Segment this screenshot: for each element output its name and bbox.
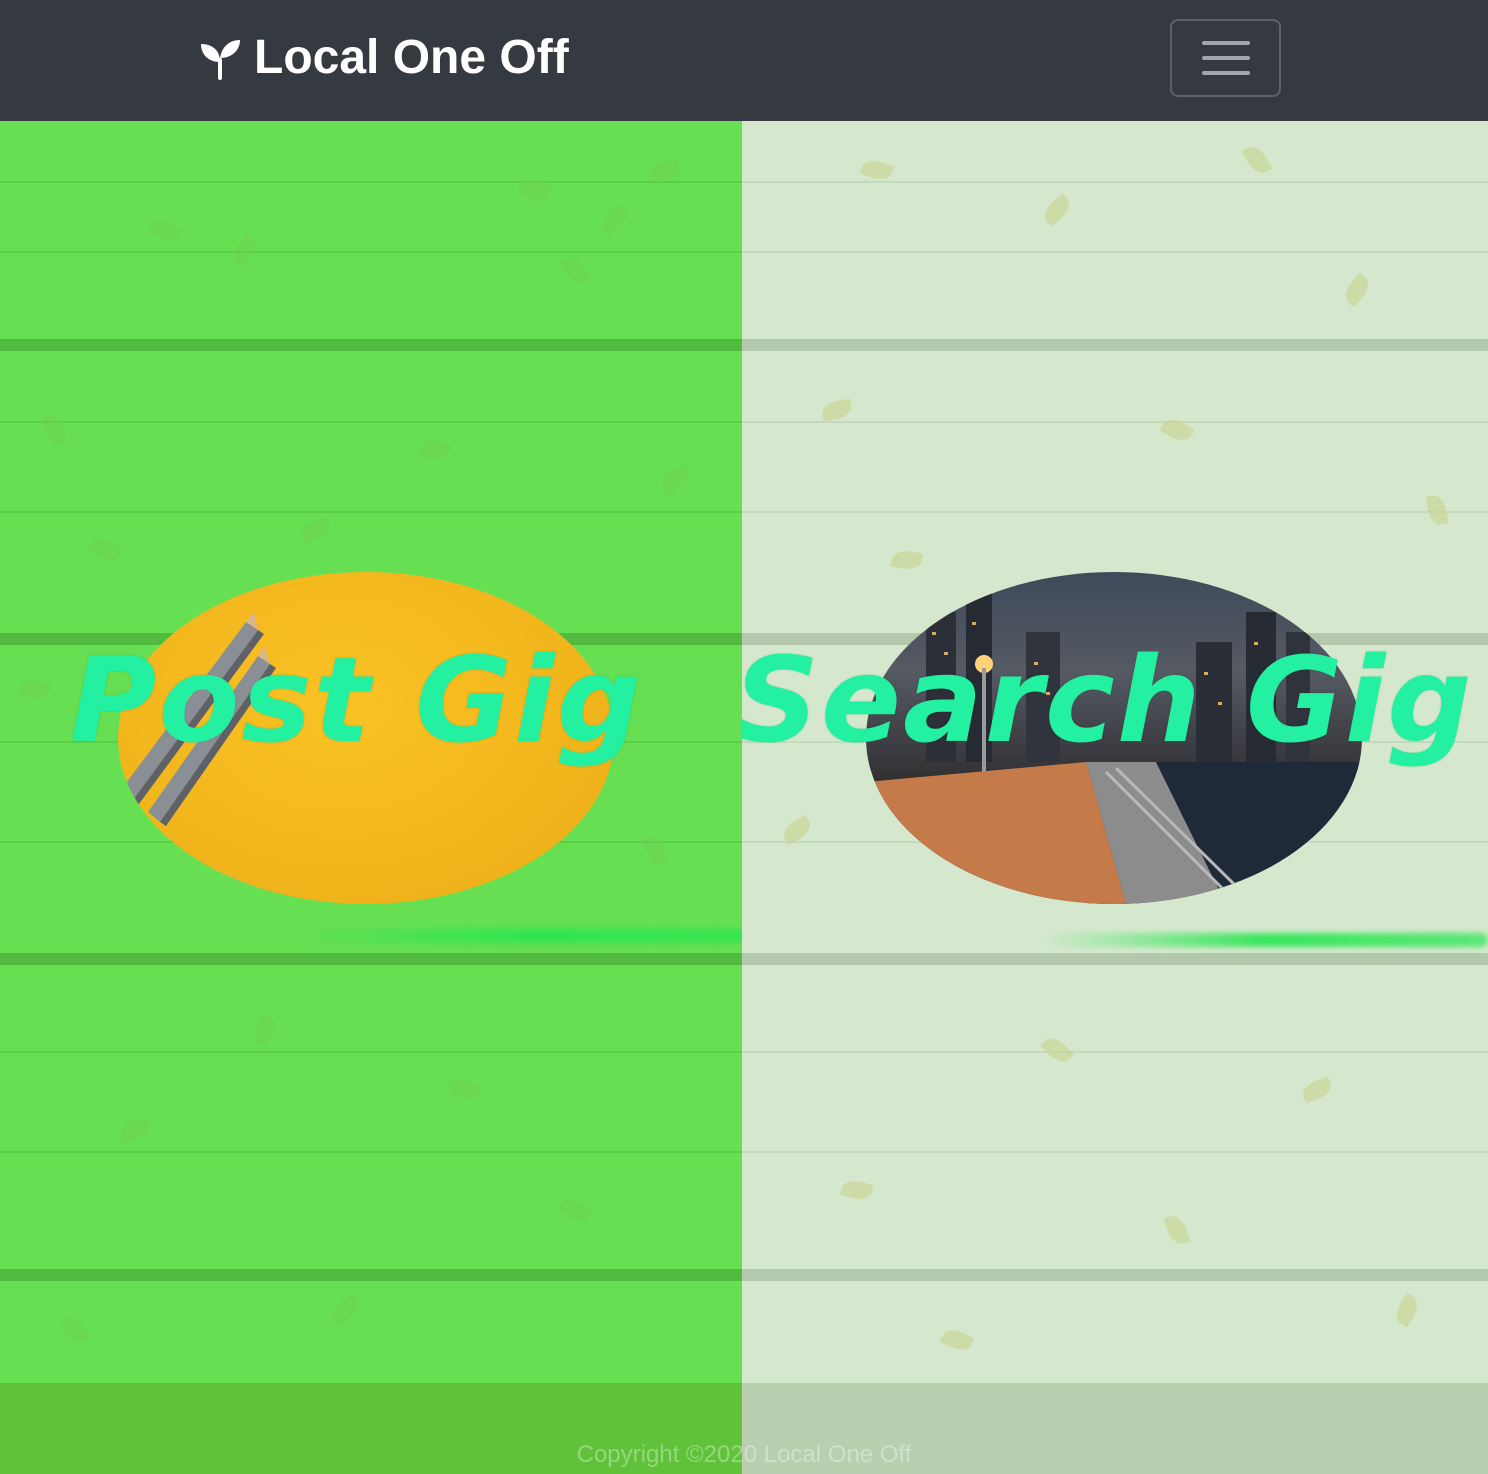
glow-accent xyxy=(1042,933,1488,947)
glow-accent xyxy=(300,929,742,943)
search-gig-title[interactable]: Search Gig xyxy=(742,635,1474,766)
brand-link[interactable]: Local One Off xyxy=(198,30,569,86)
hamburger-menu-icon xyxy=(1201,41,1250,45)
search-gig-panel[interactable]: Search Gig xyxy=(742,121,1488,1383)
brand-name: Local One Off xyxy=(254,31,569,84)
post-gig-title[interactable]: Post Gig xyxy=(70,635,643,766)
footer: Copyright ©2020 Local One Off xyxy=(0,1383,1488,1474)
copyright-text: Copyright ©2020 Local One Off xyxy=(576,1441,912,1468)
seedling-icon xyxy=(201,40,240,80)
navbar-toggler-button[interactable] xyxy=(1170,19,1281,97)
post-gig-panel[interactable]: Post Gig xyxy=(0,121,742,1383)
navbar: Local One Off xyxy=(0,0,1488,121)
